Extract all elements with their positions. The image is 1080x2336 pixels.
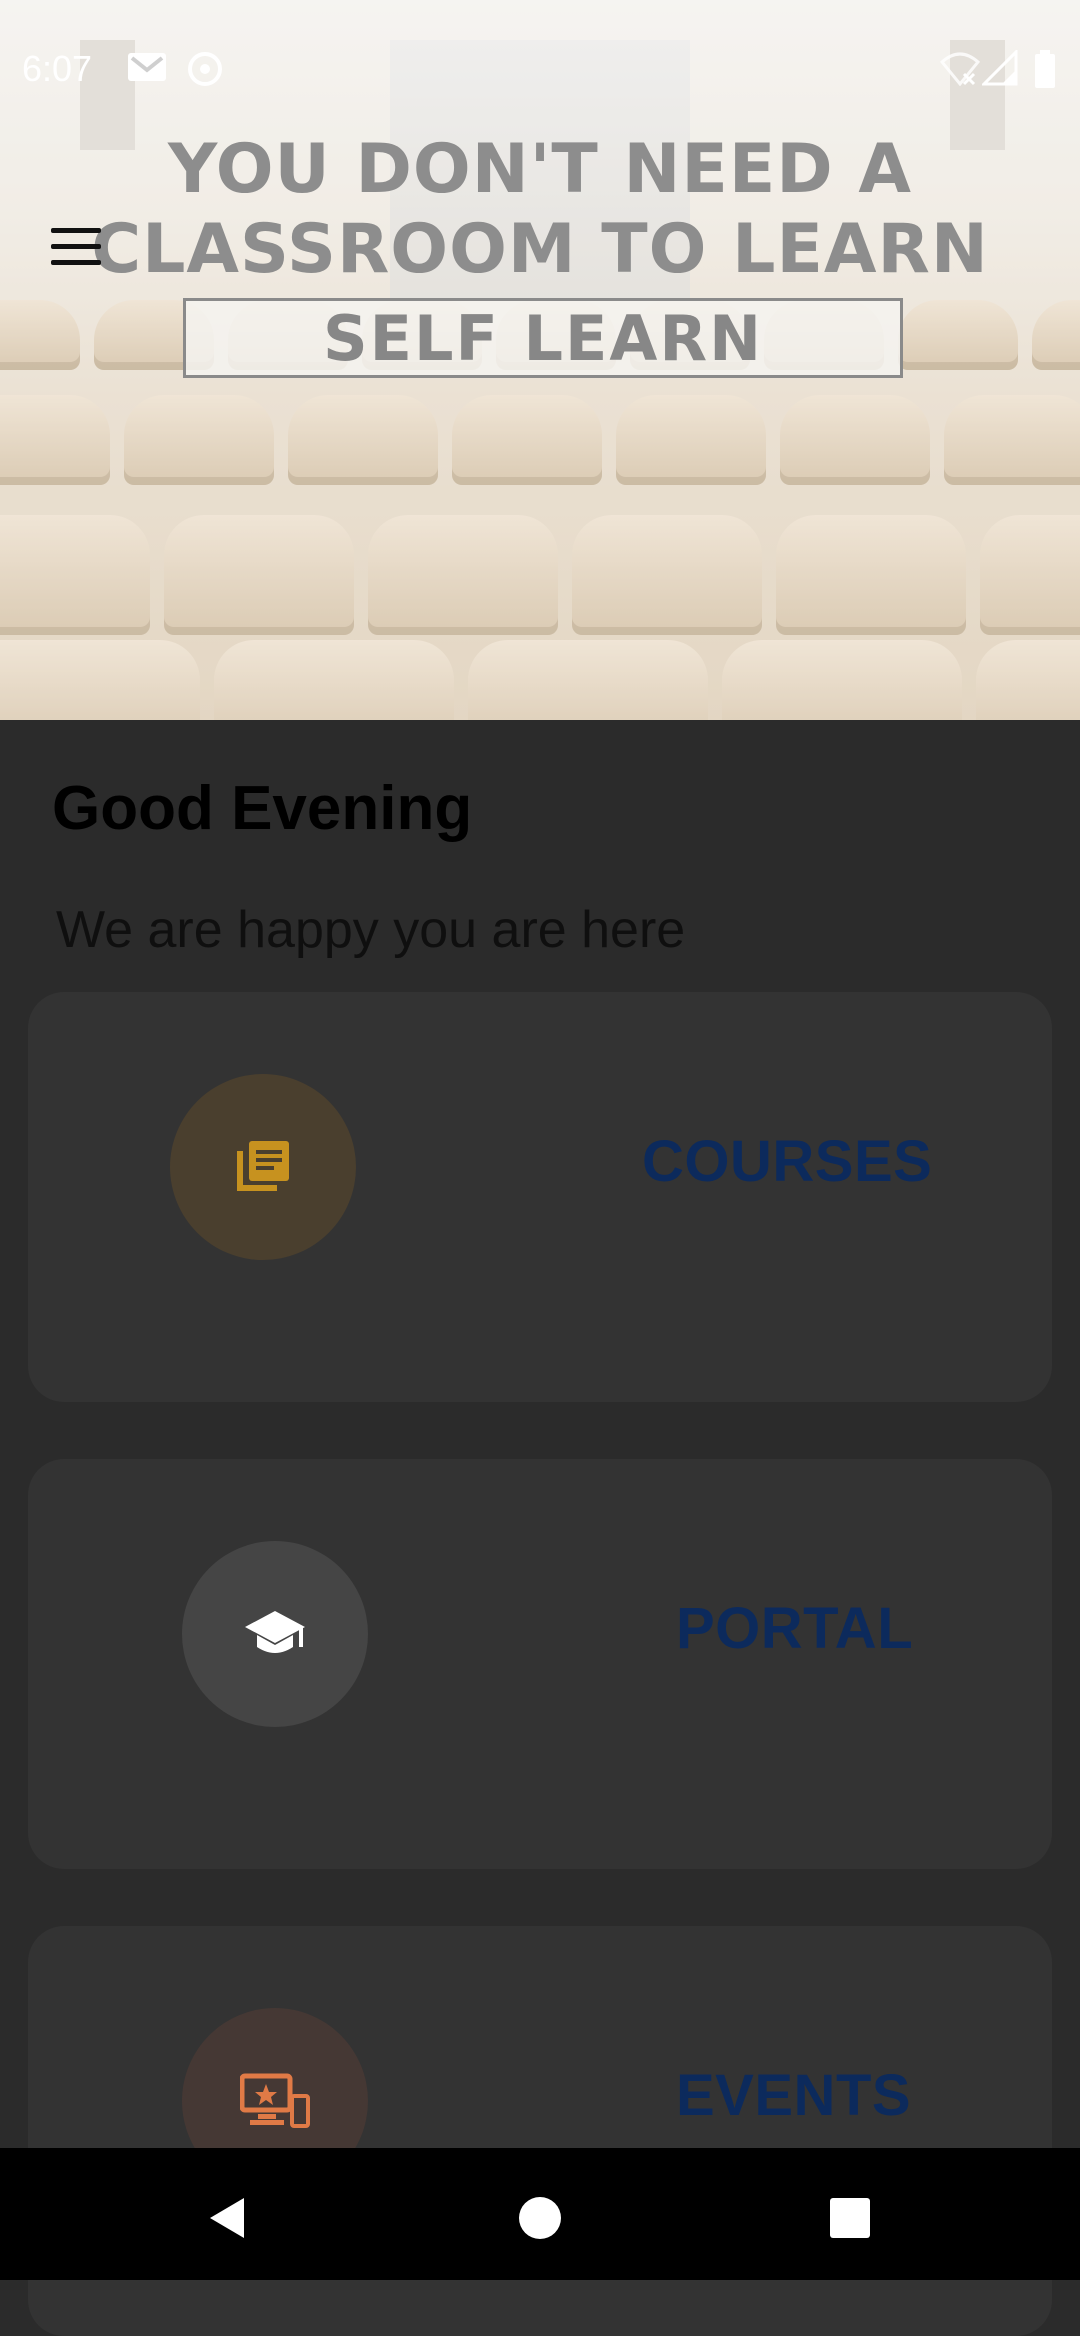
hero-headline-line2: CLASSROOM TO LEARN bbox=[91, 210, 989, 289]
recents-icon[interactable] bbox=[820, 2188, 880, 2248]
devices-star-icon bbox=[240, 2073, 310, 2128]
signal-icon bbox=[982, 50, 1018, 86]
graduation-cap-icon bbox=[245, 1611, 305, 1653]
wifi-icon bbox=[940, 52, 980, 86]
status-bar: 6:07 bbox=[0, 0, 1080, 130]
back-icon[interactable] bbox=[196, 2188, 256, 2248]
events-label: EVENTS bbox=[676, 2063, 912, 2128]
courses-label: COURSES bbox=[642, 1129, 933, 1194]
status-time: 6:07 bbox=[22, 48, 93, 89]
portal-icon-circle bbox=[182, 1541, 368, 1727]
portal-card[interactable]: PORTAL bbox=[28, 1459, 1052, 1869]
gmail-icon bbox=[128, 53, 166, 81]
library-books-icon bbox=[237, 1141, 289, 1191]
courses-card[interactable]: COURSES bbox=[28, 992, 1052, 1402]
sync-icon bbox=[188, 52, 222, 86]
navigation-bar bbox=[0, 2148, 1080, 2280]
hero-headline-line1: YOU DON'T NEED A bbox=[167, 130, 913, 209]
portal-label: PORTAL bbox=[676, 1596, 914, 1661]
courses-icon-circle bbox=[170, 1074, 356, 1260]
greeting-title: Good Evening bbox=[52, 774, 473, 843]
hero-badge: SELF LEARN bbox=[183, 298, 903, 378]
battery-icon bbox=[1035, 50, 1055, 88]
greeting-subtitle: We are happy you are here bbox=[56, 901, 686, 959]
home-icon[interactable] bbox=[510, 2188, 570, 2248]
hamburger-menu-icon[interactable] bbox=[46, 222, 106, 274]
